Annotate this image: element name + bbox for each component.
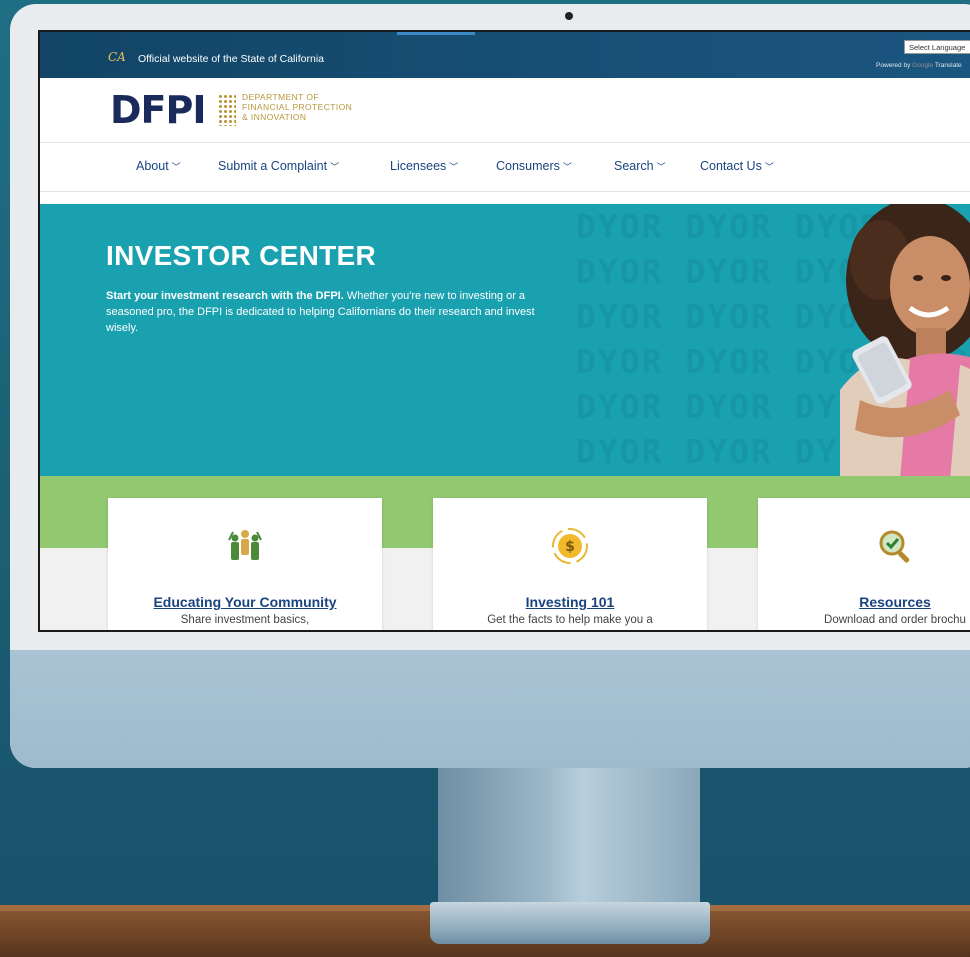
powered-by-label: Powered by [876, 62, 911, 69]
dfpi-logo[interactable]: DFPI [110, 88, 206, 132]
nav-item-label: Licensees [390, 159, 447, 173]
site-header: DFPI DEPARTMENT OF FINANCIAL PROTECTION … [40, 78, 970, 142]
official-website-text: Official website of the State of Califor… [138, 53, 324, 65]
chevron-down-icon: ﹀ [449, 162, 459, 172]
google-label: Google [912, 62, 934, 69]
card-investing-101[interactable]: $ Investing 101 Get the facts to help ma… [433, 498, 707, 630]
hero-lead-bold: Start your investment research with the … [106, 290, 344, 302]
hero-description: Start your investment research with the … [106, 288, 546, 336]
department-line-1: DEPARTMENT OF [242, 92, 319, 102]
svg-text:$: $ [565, 539, 575, 555]
nav-item-label: Consumers [496, 159, 560, 173]
chevron-down-icon: ﹀ [562, 162, 572, 172]
department-line-3: & INNOVATION [242, 112, 307, 122]
card-description: Download and order brochu [824, 614, 966, 626]
card-title[interactable]: Educating Your Community [108, 594, 382, 610]
state-gov-bar: CA Official website of the State of Cali… [40, 32, 970, 78]
chevron-down-icon: ﹀ [330, 162, 340, 172]
nav-item-licensees[interactable]: Licensees ﹀ [390, 159, 458, 173]
monitor-chin [10, 650, 970, 768]
browser-screen: CA Official website of the State of Cali… [38, 30, 970, 632]
ca-gov-logo-icon[interactable]: CA [108, 50, 126, 64]
powered-by-google-translate[interactable]: Powered by Google Translate [876, 62, 962, 69]
nav-item-submit-complaint[interactable]: Submit a Complaint ﹀ [218, 159, 339, 173]
translate-label: Translate [934, 62, 962, 69]
nav-item-search[interactable]: Search ﹀ [614, 159, 666, 173]
nav-item-label: About [136, 159, 169, 173]
dollar-coin-icon: $ [552, 528, 588, 564]
webcam-dot [565, 12, 573, 20]
department-name: DEPARTMENT OF FINANCIAL PROTECTION & INN… [242, 92, 352, 122]
language-select[interactable]: Select Language [904, 40, 970, 54]
card-educating-community[interactable]: Educating Your Community Share investmen… [108, 498, 382, 630]
monitor-stand-base [430, 902, 710, 944]
nav-item-contact-us[interactable]: Contact Us ﹀ [700, 159, 774, 173]
nav-item-label: Submit a Complaint [218, 159, 328, 173]
nav-item-label: Search [614, 159, 654, 173]
investor-center-hero: DYOR DYOR DYOR DYOR DYOR DYOR DYOR DYOR DY… [40, 204, 970, 476]
monitor-stand [438, 760, 700, 910]
woman-with-phone-photo [840, 204, 970, 476]
dfpi-logo-dots-icon [218, 94, 236, 126]
page-title: INVESTOR CENTER [106, 240, 377, 271]
nav-item-about[interactable]: About ﹀ [136, 159, 181, 173]
chevron-down-icon: ﹀ [171, 162, 181, 172]
gov-bar-accent [397, 32, 475, 35]
nav-item-consumers[interactable]: Consumers ﹀ [496, 159, 572, 173]
nav-item-label: Contact Us [700, 159, 762, 173]
card-title[interactable]: Investing 101 [433, 594, 707, 610]
chevron-down-icon: ﹀ [764, 162, 774, 172]
magnifier-check-icon [879, 530, 910, 563]
card-resources[interactable]: Resources Download and order brochu [758, 498, 970, 630]
card-description: Share investment basics, [180, 614, 310, 626]
card-title[interactable]: Resources [758, 594, 970, 610]
department-line-2: FINANCIAL PROTECTION [242, 102, 353, 112]
main-nav: About ﹀ Submit a Complaint ﹀ Licensees ﹀ Co… [40, 142, 970, 192]
chevron-down-icon: ﹀ [656, 162, 666, 172]
community-people-icon [228, 530, 262, 560]
card-description: Get the facts to help make you a [487, 614, 653, 626]
